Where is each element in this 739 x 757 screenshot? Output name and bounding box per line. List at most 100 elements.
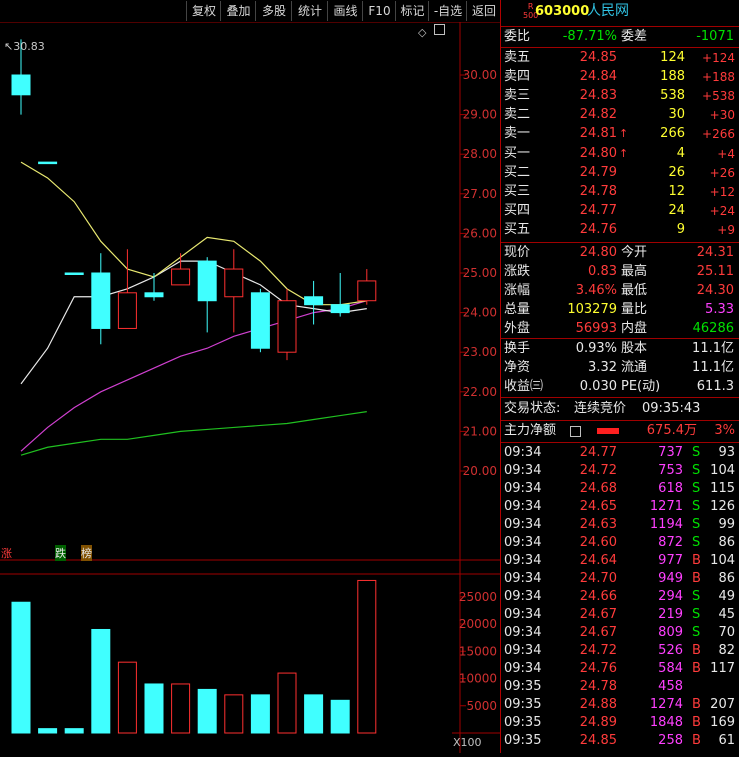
chart-toolbar: 复权 叠加 多股 统计 画线 F10 标记 -自选 返回	[0, 0, 500, 22]
level-change: +124	[702, 51, 735, 65]
bid-row[interactable]: 买四 24.77 24 +24	[501, 202, 739, 220]
weicha-value: -1071	[696, 29, 734, 44]
quote-value: 3.46%	[575, 283, 617, 298]
tick-row[interactable]: 09:34 24.72 526 B 82	[501, 642, 739, 660]
diamond-icon[interactable]: ◇	[418, 26, 426, 39]
tick-volume: 219	[658, 607, 683, 622]
tick-row[interactable]: 09:34 24.60 872 S 86	[501, 534, 739, 552]
tick-row[interactable]: 09:34 24.66 294 S 49	[501, 588, 739, 606]
tick-row[interactable]: 09:34 24.63 1194 S 99	[501, 516, 739, 534]
ask-row[interactable]: 卖一 24.81 ↑ 266 +266	[501, 125, 739, 143]
quote-label: 今开	[621, 245, 648, 260]
level-price: 24.81	[579, 126, 617, 141]
toolbar-button-6[interactable]: 标记	[395, 1, 429, 21]
stats-label: 收益㈢	[504, 379, 544, 394]
candle-body	[330, 304, 350, 314]
level-label: 买二	[504, 165, 531, 180]
expand-icon[interactable]	[434, 24, 445, 35]
tick-volume: 872	[658, 535, 683, 550]
price-axis-label: 29.00	[463, 108, 497, 122]
ask-row[interactable]: 卖四 24.84 188 +188	[501, 68, 739, 86]
toolbar-button-2[interactable]: 多股	[255, 1, 292, 21]
main-flow-label: 主力净额	[504, 423, 557, 438]
volume-bar	[171, 683, 191, 734]
price-axis-label: 27.00	[463, 187, 497, 201]
quote-row: 外盘 56993 内盘 46286	[501, 320, 739, 338]
trade-status-time: 09:35:43	[642, 401, 701, 416]
level-change: +30	[709, 108, 735, 122]
level-price: 24.82	[579, 107, 617, 122]
tick-volume: 294	[658, 589, 683, 604]
volume-unit-label: X100	[453, 736, 482, 749]
tick-row[interactable]: 09:34 24.65 1271 S 126	[501, 498, 739, 516]
toolbar-button-0[interactable]: 复权	[186, 1, 221, 21]
weicha-label: 委差	[621, 29, 648, 44]
stats-label: 股本	[621, 341, 648, 356]
tag-rise[interactable]: 涨	[1, 545, 12, 561]
tick-row[interactable]: 09:34 24.67 219 S 45	[501, 606, 739, 624]
tick-count: 61	[718, 733, 735, 748]
toolbar-button-5[interactable]: F10	[362, 1, 396, 21]
tick-row[interactable]: 09:35 24.85 258 B 61	[501, 732, 739, 750]
tick-price: 24.78	[579, 679, 617, 694]
tick-volume: 753	[658, 463, 683, 478]
stats-value: 11.1亿	[692, 341, 734, 356]
quote-label: 外盘	[504, 321, 531, 336]
tick-side: S	[692, 517, 701, 532]
trade-status-label: 交易状态:	[504, 401, 561, 416]
toolbar-button-1[interactable]: 叠加	[220, 1, 256, 21]
quote-value: 0.83	[588, 264, 617, 279]
tick-time: 09:34	[504, 445, 542, 460]
ask-row[interactable]: 卖三 24.83 538 +538	[501, 87, 739, 105]
tick-count: 99	[718, 517, 735, 532]
tick-row[interactable]: 09:34 24.77 737 S 93	[501, 444, 739, 462]
volume-bar	[64, 728, 84, 734]
quote-label: 涨跌	[504, 264, 531, 279]
quote-value: 56993	[575, 321, 617, 336]
tick-side: B	[692, 733, 701, 748]
quote-row: 现价 24.80 今开 24.31	[501, 244, 739, 262]
candle-body	[91, 272, 111, 329]
list-icon[interactable]	[570, 426, 581, 437]
tag-rank[interactable]: 榜	[81, 545, 92, 561]
tag-fall[interactable]: 跌	[55, 545, 66, 561]
tick-row[interactable]: 09:34 24.68 618 S 115	[501, 480, 739, 498]
toolbar-button-8[interactable]: 返回	[466, 1, 501, 21]
tick-row[interactable]: 09:34 24.70 949 B 86	[501, 570, 739, 588]
weibi-label: 委比	[504, 29, 531, 44]
tick-time: 09:34	[504, 571, 542, 586]
tick-price: 24.60	[579, 535, 617, 550]
candle-body	[11, 74, 31, 96]
volume-bar	[330, 699, 350, 734]
quote-label: 涨幅	[504, 283, 531, 298]
bid-row[interactable]: 买三 24.78 12 +12	[501, 183, 739, 201]
ask-row[interactable]: 卖五 24.85 124 +124	[501, 49, 739, 67]
toolbar-button-7[interactable]: -自选	[428, 1, 467, 21]
kline-chart-area[interactable]: 30.00 29.00 28.00 27.00 26.00 25.00 24.00 23.00…	[0, 0, 500, 753]
stats-row: 收益㈢ 0.030 PE(动) 611.3	[501, 378, 739, 396]
tick-row[interactable]: 09:34 24.76 584 B 117	[501, 660, 739, 678]
tick-price: 24.72	[579, 643, 617, 658]
tick-row[interactable]: 09:34 24.67 809 S 70	[501, 624, 739, 642]
stats-label: 净资	[504, 360, 531, 375]
tick-side: B	[692, 715, 701, 730]
ask-row[interactable]: 卖二 24.82 30 +30	[501, 106, 739, 124]
tick-row[interactable]: 09:35 24.78 458	[501, 678, 739, 696]
main-flow-row[interactable]: 主力净额 675.4万 3%	[501, 422, 739, 440]
toolbar-button-3[interactable]: 统计	[291, 1, 328, 21]
tick-row[interactable]: 09:34 24.72 753 S 104	[501, 462, 739, 480]
tick-row[interactable]: 09:35 24.88 1274 B 207	[501, 696, 739, 714]
tick-time: 09:35	[504, 733, 542, 748]
tick-row[interactable]: 09:35 24.89 1848 B 169	[501, 714, 739, 732]
level-label: 买三	[504, 184, 531, 199]
level-change: +188	[702, 70, 735, 84]
bid-row[interactable]: 买二 24.79 26 +26	[501, 164, 739, 182]
toolbar-button-4[interactable]: 画线	[327, 1, 363, 21]
tick-count: 93	[718, 445, 735, 460]
bid-row[interactable]: 买五 24.76 9 +9	[501, 221, 739, 239]
candle-body	[197, 260, 217, 302]
price-axis-label: 24.00	[463, 306, 497, 320]
bid-row[interactable]: 买一 24.80 ↑ 4 +4	[501, 145, 739, 163]
tick-row[interactable]: 09:34 24.64 977 B 104	[501, 552, 739, 570]
quote-panel: R 500 603000 人民网 委比 -87.71% 委差 -1071 卖五 24…	[500, 0, 739, 753]
